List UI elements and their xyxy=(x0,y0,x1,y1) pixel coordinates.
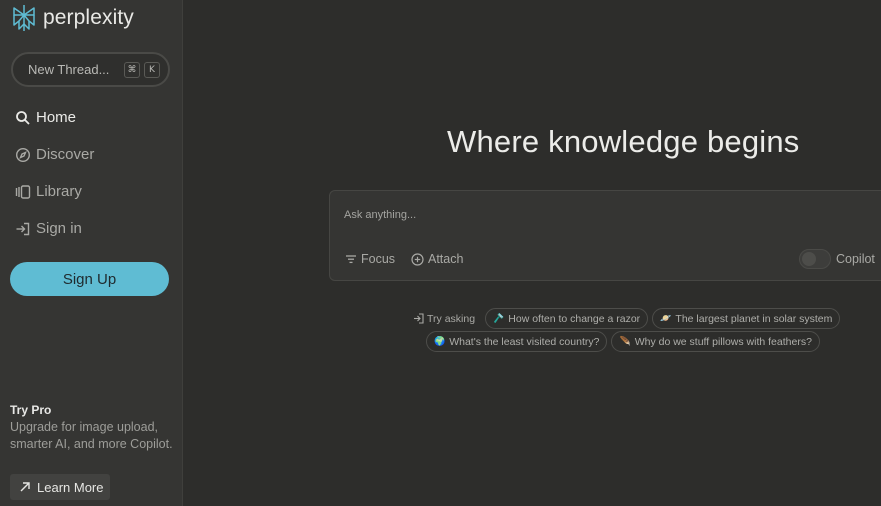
library-icon xyxy=(15,184,31,199)
search-icon xyxy=(16,110,30,125)
main-content: Where knowledge begins Focus Attach xyxy=(184,0,881,506)
ask-box: Focus Attach Copilot xyxy=(329,190,881,281)
copilot-label: Copilot xyxy=(836,252,875,266)
sidebar-item-label: Discover xyxy=(36,146,95,163)
planet-icon: 🪐 xyxy=(660,313,672,323)
perplexity-logo-icon xyxy=(13,5,35,31)
sidebar-item-library[interactable]: Library xyxy=(15,183,82,200)
try-pro-title: Try Pro xyxy=(10,403,52,417)
shortcut-command-key: ⌘ xyxy=(124,61,140,78)
arrow-up-right-icon xyxy=(20,482,30,492)
page-title: Where knowledge begins xyxy=(447,124,800,159)
sign-up-button[interactable]: Sign Up xyxy=(10,262,169,296)
sidebar-item-discover[interactable]: Discover xyxy=(15,146,94,163)
plus-circle-icon xyxy=(411,252,424,266)
filter-lines-icon xyxy=(346,255,356,264)
compass-icon xyxy=(15,147,31,162)
focus-label: Focus xyxy=(361,252,396,266)
brand-name: perplexity xyxy=(43,6,134,29)
sidebar-item-label: Home xyxy=(36,109,77,126)
suggestions-row-2: 🌍 What's the least visited country? 🪶 Wh… xyxy=(426,331,820,352)
new-thread-label: New Thread... xyxy=(28,62,110,77)
toggle-knob xyxy=(802,252,816,266)
arrow-into-icon xyxy=(414,313,424,324)
try-asking-text: Try asking xyxy=(427,312,476,325)
app-window: perplexity New Thread... ⌘ K Home Discov… xyxy=(0,0,881,506)
ask-input[interactable] xyxy=(344,207,724,223)
new-thread-button[interactable]: New Thread... ⌘ K xyxy=(11,52,170,87)
sidebar-item-label: Library xyxy=(36,183,82,200)
sidebar: perplexity New Thread... ⌘ K Home Discov… xyxy=(0,0,183,506)
sign-in-icon xyxy=(16,222,30,235)
attach-label: Attach xyxy=(428,252,464,266)
copilot-toggle[interactable] xyxy=(799,249,831,269)
try-asking-label: Try asking xyxy=(413,313,475,325)
attach-button[interactable]: Attach xyxy=(411,252,463,266)
suggestions-row-1: Try asking 🪒 How often to change a razor… xyxy=(413,308,841,329)
suggestion-chip[interactable]: 🪐 The largest planet in solar system xyxy=(652,308,841,329)
suggestion-label: Why do we stuff pillows with feathers? xyxy=(634,335,812,348)
suggestion-chip[interactable]: 🪶 Why do we stuff pillows with feathers? xyxy=(611,331,820,352)
globe-icon: 🌍 xyxy=(434,336,446,346)
suggestion-label: The largest planet in solar system xyxy=(675,312,833,325)
brand-logo[interactable]: perplexity xyxy=(11,4,134,32)
shortcut-k-key: K xyxy=(144,61,160,78)
suggestion-chip[interactable]: 🪒 How often to change a razor xyxy=(485,308,649,329)
sidebar-item-label: Sign in xyxy=(36,220,82,237)
razor-icon: 🪒 xyxy=(493,313,505,323)
learn-more-button[interactable]: Learn More xyxy=(10,474,111,500)
feather-icon: 🪶 xyxy=(619,336,631,346)
sidebar-item-home[interactable]: Home xyxy=(15,109,76,126)
focus-button[interactable]: Focus xyxy=(345,252,395,266)
try-pro-description: Upgrade for image upload, smarter AI, an… xyxy=(10,420,173,451)
suggestion-label: How often to change a razor xyxy=(508,312,641,325)
suggestion-chip[interactable]: 🌍 What's the least visited country? xyxy=(426,331,608,352)
learn-more-label: Learn More xyxy=(37,479,104,495)
suggestion-label: What's the least visited country? xyxy=(449,335,600,348)
try-pro-panel: Try Pro Upgrade for image upload, smarte… xyxy=(10,403,175,453)
sidebar-item-sign-in[interactable]: Sign in xyxy=(15,220,82,237)
